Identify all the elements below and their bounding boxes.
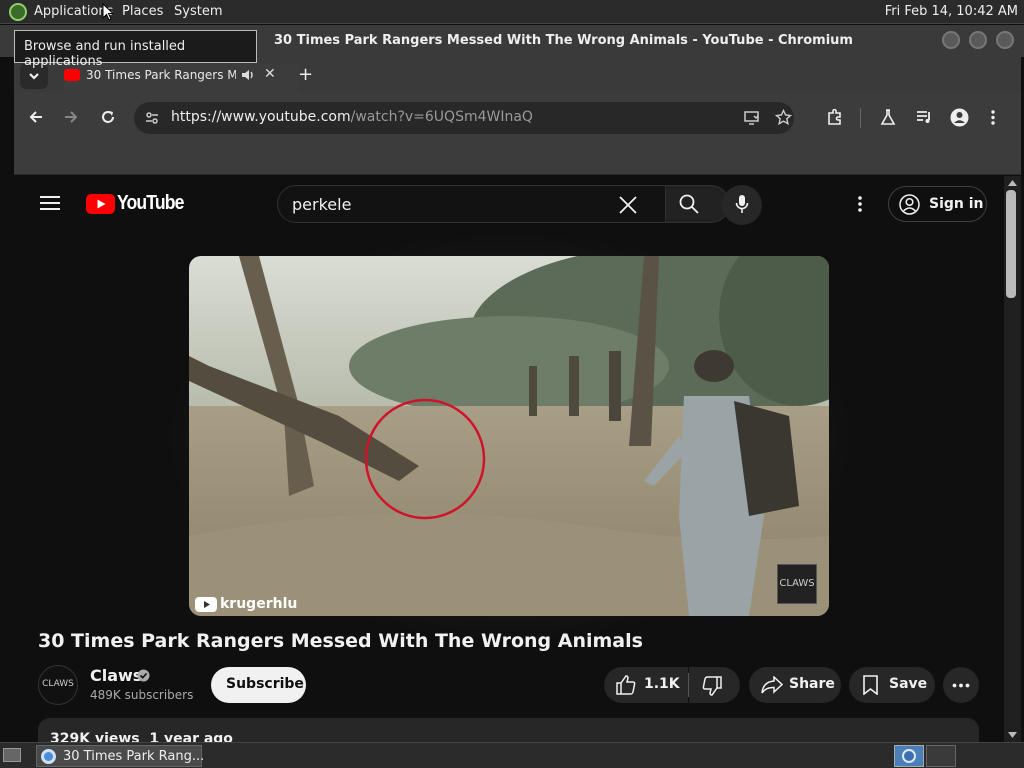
youtube-favicon-icon: [64, 69, 80, 81]
scroll-down-icon[interactable]: [1008, 732, 1017, 738]
install-app-icon[interactable]: [744, 110, 760, 126]
url-host: https://www.youtube.com: [171, 109, 351, 125]
bookmark-icon: [863, 675, 878, 695]
browser-toolbar: https://www.youtube.com/watch?v=6UQSm4WI…: [14, 93, 1021, 143]
corner-logo-text: CLAWS: [779, 578, 815, 589]
search-query-text: perkele: [292, 195, 352, 214]
minimize-button[interactable]: [942, 31, 960, 49]
url-path: /watch?v=6UQSm4WInaQ: [350, 109, 533, 125]
window-title: 30 Times Park Rangers Messed With The Wr…: [274, 33, 853, 48]
maximize-button[interactable]: [969, 31, 987, 49]
more-actions-button[interactable]: [943, 667, 979, 703]
channel-avatar[interactable]: CLAWS: [38, 665, 78, 705]
applications-menu-icon[interactable]: [9, 3, 27, 21]
microphone-icon: [735, 195, 749, 213]
extensions-puzzle-icon[interactable]: [826, 109, 843, 126]
youtube-page: YouTube perkele Sign in krugerhlu CLAWS …: [14, 176, 1004, 742]
workspace-switcher[interactable]: [894, 745, 924, 767]
search-input[interactable]: perkele: [277, 185, 666, 223]
toolbar-divider: [860, 108, 861, 128]
subscribe-button[interactable]: Subscribe: [211, 667, 306, 703]
scrollbar-thumb[interactable]: [1006, 190, 1016, 298]
voice-search-button[interactable]: [722, 185, 762, 225]
workspace-window-icon: [902, 749, 916, 763]
youtube-play-logo-icon: [86, 194, 115, 214]
system-menu[interactable]: System: [174, 4, 222, 19]
taskbar-item-label: 30 Times Park Rang...: [63, 749, 205, 764]
description-box[interactable]: 329K views 1 year ago: [38, 718, 979, 742]
settings-more-icon[interactable]: [857, 195, 863, 213]
video-player[interactable]: krugerhlu CLAWS: [189, 256, 829, 616]
reload-icon[interactable]: [100, 109, 116, 125]
speaker-icon[interactable]: [240, 68, 256, 82]
video-frame: [189, 256, 829, 616]
tooltip: Browse and run installed applications: [14, 30, 257, 69]
show-desktop-icon[interactable]: [3, 748, 21, 762]
subscribe-label: Subscribe: [226, 676, 304, 692]
channel-corner-logo: CLAWS: [777, 564, 817, 604]
site-info-icon[interactable]: [144, 110, 160, 126]
share-label: Share: [789, 676, 835, 692]
avatar-text: CLAWS: [42, 679, 74, 689]
clear-search-icon[interactable]: [619, 196, 637, 214]
video-title: 30 Times Park Rangers Messed With The Wr…: [38, 630, 643, 652]
hamburger-menu-icon[interactable]: [40, 195, 60, 211]
subscriber-count: 489K subscribers: [90, 688, 194, 702]
youtube-watermark-icon: [195, 597, 217, 612]
bottom-taskbar: 30 Times Park Rang...: [0, 742, 1024, 768]
like-count: 1.1K: [644, 676, 680, 692]
save-label: Save: [889, 676, 928, 692]
mouse-cursor-icon: [102, 3, 114, 21]
places-menu[interactable]: Places: [122, 4, 163, 19]
close-window-button[interactable]: [996, 31, 1014, 49]
thumbs-down-icon: [702, 676, 722, 696]
address-bar[interactable]: https://www.youtube.com/watch?v=6UQSm4WI…: [134, 102, 794, 134]
watermark-text: krugerhlu: [220, 596, 298, 612]
account-circle-icon: [899, 194, 920, 215]
more-vert-icon[interactable]: [990, 109, 996, 126]
media-control-icon[interactable]: [916, 109, 933, 125]
taskbar-window-item[interactable]: 30 Times Park Rang...: [36, 745, 205, 767]
verified-badge-icon: [137, 669, 150, 682]
dislike-button[interactable]: [689, 667, 740, 703]
profile-avatar-icon[interactable]: [950, 108, 969, 127]
share-arrow-icon: [761, 676, 783, 694]
share-button[interactable]: Share: [749, 667, 841, 703]
bookmark-star-icon[interactable]: [775, 109, 792, 126]
back-arrow-icon[interactable]: [28, 109, 44, 125]
save-button[interactable]: Save: [849, 667, 935, 703]
top-panel: Applications Places System Fri Feb 14, 1…: [0, 0, 1024, 24]
tab-close-icon[interactable]: ✕: [264, 66, 276, 82]
channel-name[interactable]: Claws: [90, 666, 142, 685]
thumbs-up-icon: [616, 675, 636, 695]
like-button[interactable]: 1.1K: [604, 667, 688, 703]
tab-title: 30 Times Park Rangers M: [86, 68, 236, 82]
search-button[interactable]: [665, 185, 730, 223]
workspace-switcher-2[interactable]: [926, 745, 956, 767]
clock[interactable]: Fri Feb 14, 10:42 AM: [885, 4, 1018, 19]
bookmarks-bar-area: [14, 143, 1021, 175]
search-icon: [679, 194, 699, 214]
sign-in-label: Sign in: [929, 196, 984, 212]
forward-arrow-icon[interactable]: [63, 109, 79, 125]
more-horiz-icon: [952, 683, 970, 688]
labs-flask-icon[interactable]: [880, 109, 896, 126]
sign-in-button[interactable]: Sign in: [888, 186, 987, 222]
youtube-logo-text: YouTube: [117, 192, 184, 214]
url-text: https://www.youtube.com/watch?v=6UQSm4WI…: [171, 109, 533, 125]
scroll-up-icon[interactable]: [1008, 180, 1017, 186]
new-tab-button[interactable]: +: [298, 64, 313, 85]
view-count-date: 329K views 1 year ago: [50, 731, 233, 742]
chromium-icon: [41, 749, 56, 764]
